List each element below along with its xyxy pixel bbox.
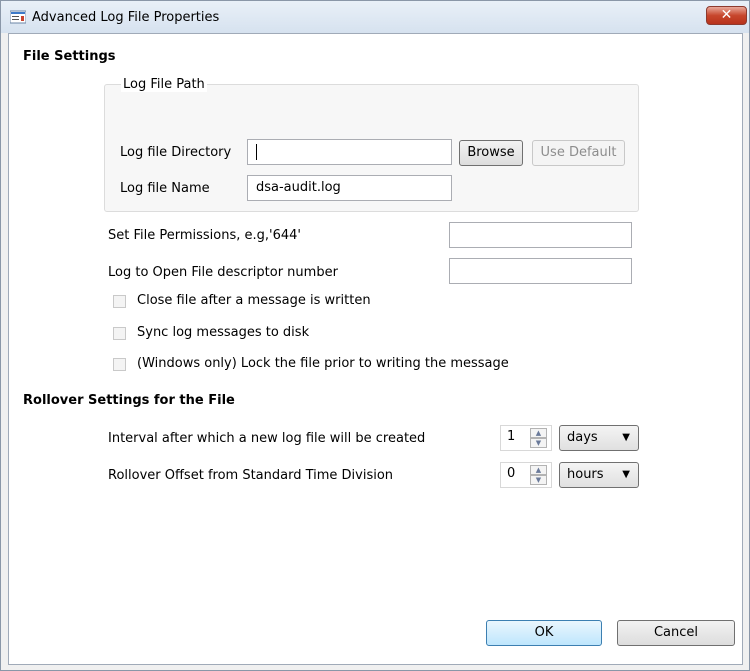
interval-unit-select[interactable]: days ▼ xyxy=(559,425,639,451)
text-caret xyxy=(256,143,257,160)
file-descriptor-input[interactable] xyxy=(449,258,632,284)
interval-label: Interval after which a new log file will… xyxy=(108,431,426,446)
close-button[interactable]: ✕ xyxy=(706,6,747,25)
close-file-label: Close file after a message is written xyxy=(137,293,371,308)
interval-spinner-value: 1 xyxy=(507,429,516,444)
file-permissions-input[interactable] xyxy=(449,222,632,248)
lock-file-label: (Windows only) Lock the file prior to wr… xyxy=(137,356,509,371)
spin-down-icon[interactable]: ▼ xyxy=(530,438,547,448)
lock-file-checkbox[interactable] xyxy=(113,358,126,371)
file-settings-heading: File Settings xyxy=(23,49,116,64)
log-file-name-label: Log file Name xyxy=(120,181,210,196)
title-bar[interactable]: Advanced Log File Properties ✕ xyxy=(1,1,749,33)
log-file-name-input[interactable]: dsa-audit.log xyxy=(247,175,452,201)
close-file-checkbox[interactable] xyxy=(113,295,126,308)
file-descriptor-label: Log to Open File descriptor number xyxy=(108,265,338,280)
interval-unit-value: days xyxy=(567,430,598,445)
cancel-button[interactable]: Cancel xyxy=(617,620,735,646)
log-file-directory-input[interactable] xyxy=(247,139,452,165)
sync-disk-checkbox[interactable] xyxy=(113,327,126,340)
log-file-path-group-title: Log File Path xyxy=(121,77,207,92)
log-file-directory-label: Log file Directory xyxy=(120,145,232,160)
sync-disk-label: Sync log messages to disk xyxy=(137,325,310,340)
window-properties-icon xyxy=(10,10,26,24)
offset-unit-value: hours xyxy=(567,467,604,482)
spin-up-icon[interactable]: ▲ xyxy=(530,465,547,475)
ok-button[interactable]: OK xyxy=(486,620,602,646)
file-permissions-label: Set File Permissions, e.g,'644' xyxy=(108,228,301,243)
use-default-button[interactable]: Use Default xyxy=(532,140,625,166)
dialog-window: Advanced Log File Properties ✕ File Sett… xyxy=(0,0,750,671)
browse-button[interactable]: Browse xyxy=(459,140,523,166)
chevron-down-icon: ▼ xyxy=(622,432,630,443)
spin-down-icon[interactable]: ▼ xyxy=(530,475,547,485)
chevron-down-icon: ▼ xyxy=(622,469,630,480)
offset-spinner-value: 0 xyxy=(507,466,516,481)
offset-unit-select[interactable]: hours ▼ xyxy=(559,462,639,488)
offset-spinner[interactable]: 0 ▲ ▼ xyxy=(500,462,552,488)
spin-up-icon[interactable]: ▲ xyxy=(530,428,547,438)
interval-spinner[interactable]: 1 ▲ ▼ xyxy=(500,425,552,451)
close-icon: ✕ xyxy=(720,7,733,23)
offset-label: Rollover Offset from Standard Time Divis… xyxy=(108,468,394,483)
window-title: Advanced Log File Properties xyxy=(32,10,220,25)
rollover-settings-heading: Rollover Settings for the File xyxy=(23,393,235,408)
